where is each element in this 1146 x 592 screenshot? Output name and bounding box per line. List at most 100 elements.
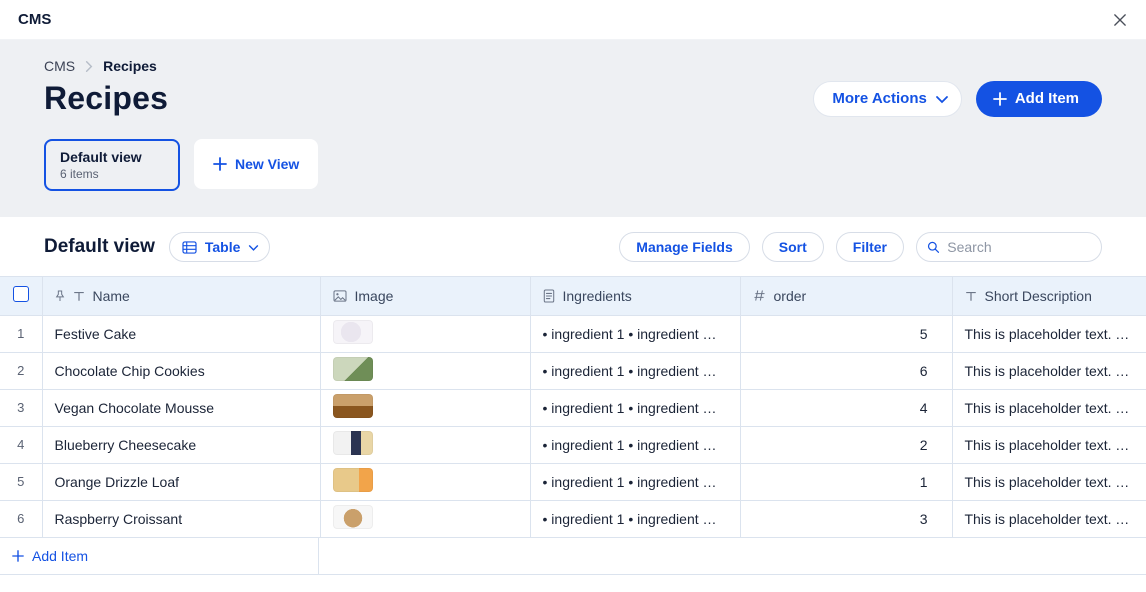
cell-image[interactable]	[320, 352, 530, 389]
thumbnail	[333, 320, 373, 344]
table-row[interactable]: 5Orange Drizzle Loaf • ingredient 1 • ing…	[0, 463, 1146, 500]
cell-order[interactable]: 6	[740, 352, 952, 389]
sort-button[interactable]: Sort	[762, 232, 824, 262]
row-index: 2	[0, 352, 42, 389]
cell-name[interactable]: Vegan Chocolate Mousse	[42, 389, 320, 426]
add-item-row-button[interactable]: Add Item	[0, 538, 319, 575]
close-button[interactable]	[1112, 12, 1128, 28]
column-header-order[interactable]: order	[740, 277, 952, 315]
column-label: Name	[93, 288, 130, 304]
cell-order[interactable]: 2	[740, 426, 952, 463]
view-card-name: Default view	[60, 149, 164, 165]
cell-ingredients[interactable]: • ingredient 1 • ingredient …	[530, 500, 740, 537]
view-mode-label: Table	[205, 239, 241, 255]
thumbnail	[333, 431, 373, 455]
plus-icon	[213, 157, 227, 171]
cell-ingredients[interactable]: • ingredient 1 • ingredient …	[530, 463, 740, 500]
more-actions-label: More Actions	[832, 90, 926, 107]
cell-order[interactable]: 4	[740, 389, 952, 426]
thumbnail	[333, 394, 373, 418]
plus-icon	[12, 550, 24, 562]
cell-name[interactable]: Chocolate Chip Cookies	[42, 352, 320, 389]
column-header-ingredients[interactable]: Ingredients	[530, 277, 740, 315]
view-card-default[interactable]: Default view 6 items	[44, 139, 180, 191]
cell-short-description[interactable]: This is placeholder text. T…	[952, 352, 1146, 389]
table-row[interactable]: 3Vegan Chocolate Mousse • ingredient 1 • …	[0, 389, 1146, 426]
cell-image[interactable]	[320, 315, 530, 352]
cell-ingredients[interactable]: • ingredient 1 • ingredient …	[530, 426, 740, 463]
rich-text-type-icon	[543, 289, 555, 303]
breadcrumb-current: Recipes	[103, 58, 157, 74]
more-actions-button[interactable]: More Actions	[813, 81, 961, 117]
plus-icon	[993, 92, 1007, 106]
close-icon	[1114, 14, 1126, 26]
add-item-button[interactable]: Add Item	[976, 81, 1102, 117]
cell-order[interactable]: 3	[740, 500, 952, 537]
cell-ingredients[interactable]: • ingredient 1 • ingredient …	[530, 389, 740, 426]
column-header-short-description[interactable]: Short Description	[952, 277, 1146, 315]
cell-order[interactable]: 5	[740, 315, 952, 352]
search-icon	[927, 240, 939, 254]
cell-name[interactable]: Raspberry Croissant	[42, 500, 320, 537]
app-title: CMS	[18, 11, 51, 28]
cell-image[interactable]	[320, 389, 530, 426]
thumbnail	[333, 468, 373, 492]
cell-image[interactable]	[320, 463, 530, 500]
select-all-header[interactable]	[0, 277, 42, 315]
checkbox-icon	[13, 286, 29, 302]
column-label: Short Description	[985, 288, 1092, 304]
row-index: 3	[0, 389, 42, 426]
view-mode-selector[interactable]: Table	[169, 232, 271, 262]
search-input[interactable]	[947, 239, 1089, 255]
number-type-icon	[753, 289, 766, 302]
row-index: 6	[0, 500, 42, 537]
cell-order[interactable]: 1	[740, 463, 952, 500]
column-header-name[interactable]: Name	[42, 277, 320, 315]
search-field[interactable]	[916, 232, 1102, 262]
add-item-row-label: Add Item	[32, 548, 88, 564]
chevron-down-icon	[248, 242, 259, 253]
cell-name[interactable]: Orange Drizzle Loaf	[42, 463, 320, 500]
table-row[interactable]: 1Festive Cake • ingredient 1 • ingredient…	[0, 315, 1146, 352]
thumbnail	[333, 505, 373, 529]
view-card-item-count: 6 items	[60, 167, 164, 181]
page-title: Recipes	[44, 80, 168, 117]
new-view-button[interactable]: New View	[194, 139, 318, 189]
row-index: 1	[0, 315, 42, 352]
text-type-icon	[965, 290, 977, 302]
cell-name[interactable]: Festive Cake	[42, 315, 320, 352]
chevron-right-icon	[85, 61, 93, 72]
text-type-icon	[73, 290, 85, 302]
image-type-icon	[333, 290, 347, 302]
breadcrumb-root[interactable]: CMS	[44, 58, 75, 74]
manage-fields-button[interactable]: Manage Fields	[619, 232, 749, 262]
cell-name[interactable]: Blueberry Cheesecake	[42, 426, 320, 463]
cell-short-description[interactable]: This is placeholder text. T…	[952, 463, 1146, 500]
column-label: Ingredients	[563, 288, 632, 304]
breadcrumb: CMS Recipes	[44, 58, 1102, 74]
cell-short-description[interactable]: This is placeholder text. T…	[952, 389, 1146, 426]
table-row[interactable]: 4Blueberry Cheesecake • ingredient 1 • in…	[0, 426, 1146, 463]
filter-button[interactable]: Filter	[836, 232, 904, 262]
cell-short-description[interactable]: This is placeholder text. T…	[952, 426, 1146, 463]
table-row[interactable]: 2Chocolate Chip Cookies • ingredient 1 • …	[0, 352, 1146, 389]
add-item-label: Add Item	[1015, 90, 1079, 107]
table-row[interactable]: 6Raspberry Croissant • ingredient 1 • ing…	[0, 500, 1146, 537]
column-label: order	[774, 288, 807, 304]
cell-ingredients[interactable]: • ingredient 1 • ingredient …	[530, 352, 740, 389]
row-index: 5	[0, 463, 42, 500]
current-view-title: Default view	[44, 236, 155, 258]
thumbnail	[333, 357, 373, 381]
table-icon	[182, 241, 197, 254]
row-index: 4	[0, 426, 42, 463]
new-view-label: New View	[235, 156, 299, 172]
cell-short-description[interactable]: This is placeholder text. T…	[952, 315, 1146, 352]
pin-icon	[55, 290, 65, 302]
cell-image[interactable]	[320, 500, 530, 537]
column-header-image[interactable]: Image	[320, 277, 530, 315]
cell-image[interactable]	[320, 426, 530, 463]
chevron-down-icon	[935, 92, 949, 106]
column-label: Image	[355, 288, 394, 304]
cell-ingredients[interactable]: • ingredient 1 • ingredient …	[530, 315, 740, 352]
cell-short-description[interactable]: This is placeholder text. T…	[952, 500, 1146, 537]
